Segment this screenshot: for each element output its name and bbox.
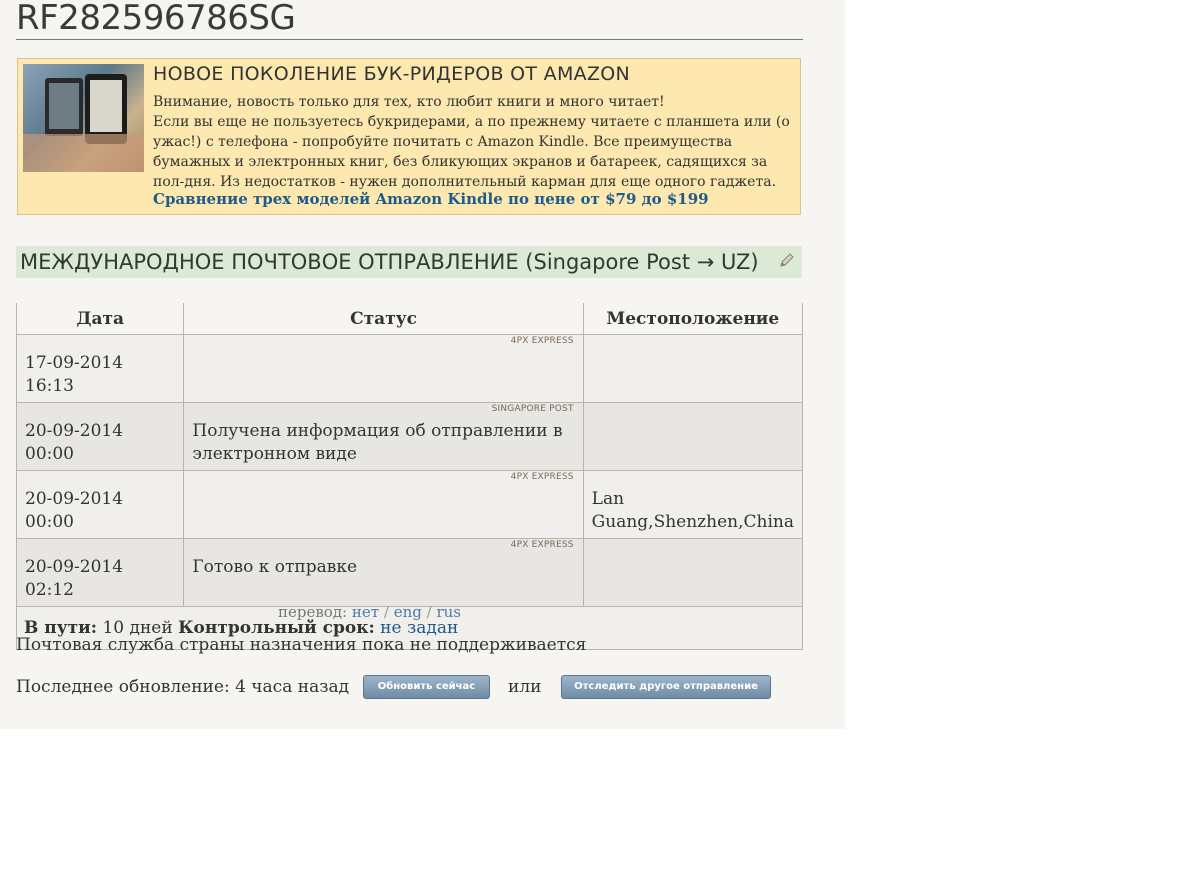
track-other-button[interactable]: Отследить другое отправление <box>561 675 771 699</box>
refresh-button[interactable]: Обновить сейчас <box>363 675 490 699</box>
date-cell: 20-09-2014 02:12 <box>15 538 185 607</box>
date-cell: 20-09-2014 00:00 <box>15 470 185 539</box>
carrier-label: SINGAPORE POST <box>491 404 574 414</box>
table-row: 20-09-2014 00:00 SINGAPORE POST Получена … <box>15 402 804 471</box>
destination-notice: Почтовая служба страны назначения пока н… <box>16 635 587 655</box>
location-cell <box>582 538 804 607</box>
last-update-label: Последнее обновление: 4 часа назад <box>16 677 350 697</box>
column-header-date: Дата <box>15 303 185 335</box>
table-row: 20-09-2014 02:12 4PX EXPRESS Готово к отп… <box>15 538 804 607</box>
promo-banner: НОВОЕ ПОКОЛЕНИЕ БУК-РИДЕРОВ ОТ AMAZON Вн… <box>17 58 801 215</box>
date-cell: 17-09-2014 16:13 <box>15 334 185 403</box>
status-cell: SINGAPORE POST Получена информация об отп… <box>183 402 584 471</box>
content-panel: RF282596786SG НОВОЕ ПОКОЛЕНИЕ БУК-РИДЕРО… <box>0 0 845 729</box>
section-route: (Singapore Post → UZ) <box>525 250 759 274</box>
column-header-status: Статус <box>183 303 584 335</box>
pencil-icon[interactable] <box>779 252 795 268</box>
carrier-label: 4PX EXPRESS <box>510 336 574 346</box>
kindle-promo-image[interactable] <box>23 64 144 172</box>
table-header-row: Дата Статус Местоположение <box>15 303 804 335</box>
promo-heading: НОВОЕ ПОКОЛЕНИЕ БУК-РИДЕРОВ ОТ AMAZON <box>153 63 631 85</box>
table-row: 20-09-2014 00:00 4PX EXPRESS Lan Guang,S… <box>15 470 804 539</box>
status-cell: 4PX EXPRESS <box>183 470 584 539</box>
carrier-label: 4PX EXPRESS <box>510 472 574 482</box>
shipment-section-header: МЕЖДУНАРОДНОЕ ПОЧТОВОЕ ОТПРАВЛЕНИЕ (Sing… <box>16 246 802 278</box>
column-header-location: Местоположение <box>582 303 804 335</box>
table-row: 17-09-2014 16:13 4PX EXPRESS <box>15 334 804 403</box>
carrier-label: 4PX EXPRESS <box>510 540 574 550</box>
tracking-table: Дата Статус Местоположение 17-09-2014 16… <box>15 303 804 650</box>
or-label: или <box>508 677 542 697</box>
promo-text: Внимание, новость только для тех, кто лю… <box>153 92 793 192</box>
promo-line-1: Внимание, новость только для тех, кто лю… <box>153 94 665 110</box>
section-title: МЕЖДУНАРОДНОЕ ПОЧТОВОЕ ОТПРАВЛЕНИЕ (Sing… <box>20 250 759 274</box>
location-cell <box>582 402 804 471</box>
translate-eng-link[interactable]: eng <box>394 603 422 621</box>
status-cell: 4PX EXPRESS <box>183 334 584 403</box>
translation-switcher: перевод: нет / eng / rus <box>277 603 461 621</box>
section-title-text: МЕЖДУНАРОДНОЕ ПОЧТОВОЕ ОТПРАВЛЕНИЕ <box>20 250 519 274</box>
location-cell: Lan Guang,Shenzhen,China <box>582 470 804 539</box>
translate-rus-link[interactable]: rus <box>436 603 461 621</box>
location-cell <box>582 334 804 403</box>
translation-label: перевод: <box>277 603 348 621</box>
promo-link[interactable]: Сравнение трех моделей Amazon Kindle по … <box>153 190 709 208</box>
status-cell: 4PX EXPRESS Готово к отправке <box>183 538 584 607</box>
title-divider <box>16 39 803 40</box>
tracking-number-title: RF282596786SG <box>16 0 296 38</box>
date-cell: 20-09-2014 00:00 <box>15 402 185 471</box>
promo-line-2: Если вы еще не пользуетесь букридерами, … <box>153 114 790 190</box>
translate-none-link[interactable]: нет <box>352 603 379 621</box>
